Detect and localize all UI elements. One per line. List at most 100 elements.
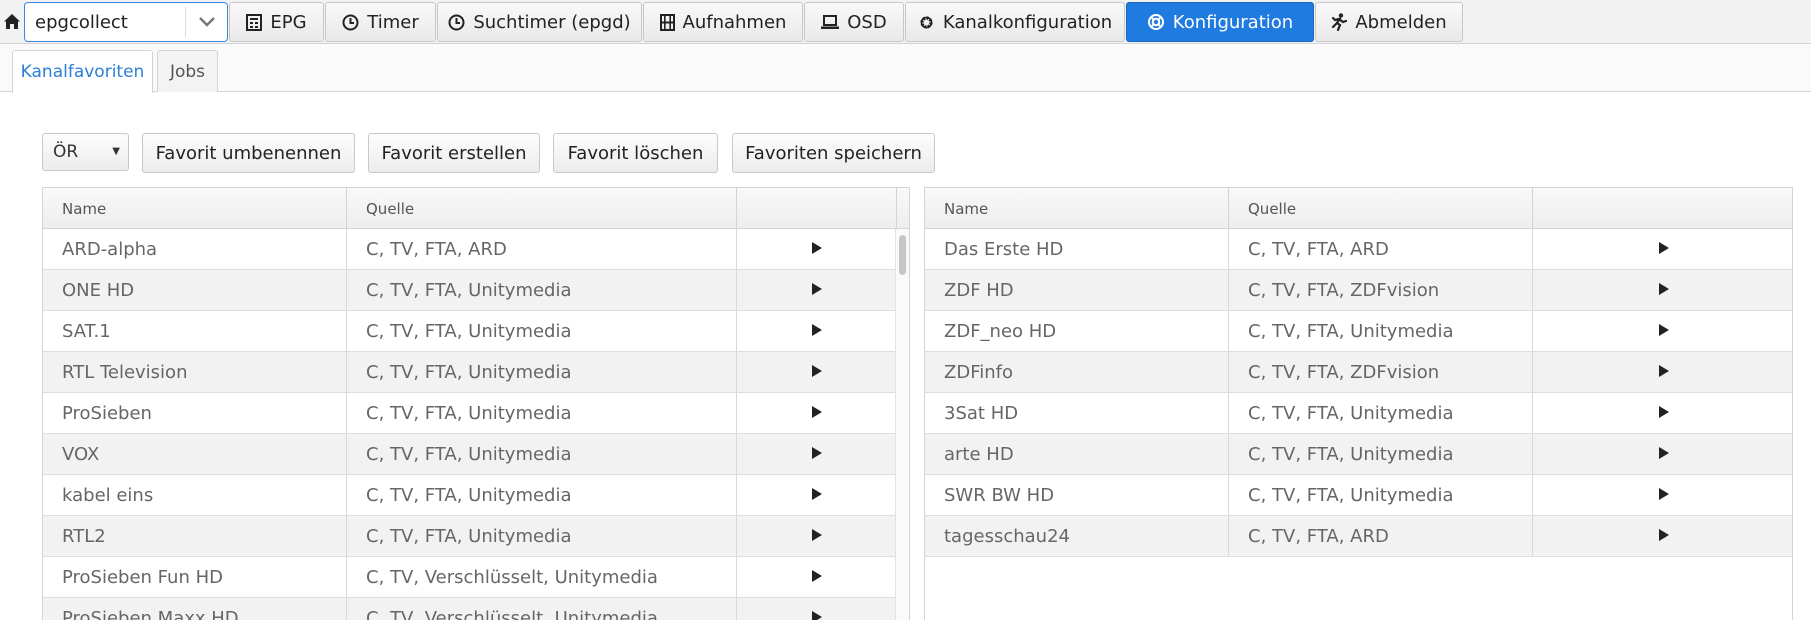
channel-source-cell: C, TV, FTA, Unitymedia	[1229, 393, 1533, 433]
move-channel-button[interactable]	[737, 598, 897, 620]
nav-osd-button[interactable]: OSD	[804, 2, 904, 42]
channel-source-cell: C, TV, FTA, Unitymedia	[347, 393, 737, 433]
nav-epg-button[interactable]: EPG	[229, 2, 324, 42]
move-channel-button[interactable]	[1533, 475, 1792, 515]
channel-name-cell: VOX	[43, 434, 347, 474]
move-channel-button[interactable]	[737, 311, 897, 351]
rename-favorite-button[interactable]: Favorit umbenennen	[142, 133, 355, 173]
play-arrow-icon	[811, 404, 823, 423]
channel-name-cell: ZDFinfo	[925, 352, 1229, 392]
table-row[interactable]: RTL Television C, TV, FTA, Unitymedia	[43, 352, 897, 393]
column-header-source[interactable]: Quelle	[347, 188, 737, 229]
scrollbar-thumb[interactable]	[899, 235, 906, 275]
nav-configuration-label: Konfiguration	[1172, 11, 1294, 33]
table-row[interactable]: 3Sat HD C, TV, FTA, Unitymedia	[925, 393, 1792, 434]
tab-kanalfavoriten[interactable]: Kanalfavoriten	[12, 50, 153, 93]
nav-logout-label: Abmelden	[1355, 11, 1447, 33]
nav-configuration-button[interactable]: Konfiguration	[1126, 2, 1314, 42]
channel-name-cell: RTL2	[43, 516, 347, 556]
move-channel-button[interactable]	[1533, 352, 1792, 392]
column-header-name[interactable]: Name	[925, 188, 1229, 229]
move-channel-button[interactable]	[1533, 229, 1792, 269]
move-channel-button[interactable]	[737, 557, 897, 597]
table-row[interactable]: ZDFinfo C, TV, FTA, ZDFvision	[925, 352, 1792, 393]
column-header-action	[1533, 188, 1792, 229]
rename-favorite-label: Favorit umbenennen	[155, 142, 342, 164]
table-row[interactable]: VOX C, TV, FTA, Unitymedia	[43, 434, 897, 475]
tab-kanalfavoriten-label: Kanalfavoriten	[20, 62, 145, 82]
combo-dropdown-button[interactable]	[186, 3, 228, 41]
table-row[interactable]: ONE HD C, TV, FTA, Unitymedia	[43, 270, 897, 311]
move-channel-button[interactable]	[1533, 434, 1792, 474]
move-channel-button[interactable]	[737, 229, 897, 269]
running-person-icon	[1331, 13, 1348, 31]
channel-source-cell: C, TV, FTA, ARD	[347, 229, 737, 269]
channel-search-combobox[interactable]	[24, 2, 228, 42]
nav-logout-button[interactable]: Abmelden	[1315, 2, 1463, 42]
nav-searchtimer-button[interactable]: Suchtimer (epgd)	[437, 2, 642, 42]
table-row[interactable]: ProSieben Maxx HD C, TV, Verschlüsselt, U…	[43, 598, 897, 620]
channel-source-cell: C, TV, FTA, Unitymedia	[347, 352, 737, 392]
home-button[interactable]	[0, 2, 24, 42]
table-row[interactable]: arte HD C, TV, FTA, Unitymedia	[925, 434, 1792, 475]
table-row[interactable]: SWR BW HD C, TV, FTA, Unitymedia	[925, 475, 1792, 516]
gear-icon	[918, 14, 935, 31]
move-channel-button[interactable]	[737, 270, 897, 310]
play-arrow-icon	[811, 568, 823, 587]
column-header-action	[737, 188, 897, 229]
favorite-select[interactable]: ÖR ▼	[42, 133, 129, 171]
channel-source-cell: C, TV, Verschlüsselt, Unitymedia	[347, 557, 737, 597]
channel-name-cell: ProSieben Maxx HD	[43, 598, 347, 620]
nav-timer-label: Timer	[367, 11, 419, 33]
save-favorites-button[interactable]: Favoriten speichern	[732, 133, 935, 173]
chevron-down-icon	[199, 17, 215, 27]
play-arrow-icon	[1658, 240, 1670, 259]
table-row[interactable]: SAT.1 C, TV, FTA, Unitymedia	[43, 311, 897, 352]
play-arrow-icon	[1658, 404, 1670, 423]
create-favorite-button[interactable]: Favorit erstellen	[368, 133, 540, 173]
move-channel-button[interactable]	[737, 393, 897, 433]
play-arrow-icon	[811, 363, 823, 382]
nav-timer-button[interactable]: Timer	[325, 2, 436, 42]
play-arrow-icon	[811, 281, 823, 300]
channel-name-cell: tagesschau24	[925, 516, 1229, 556]
table-row[interactable]: Das Erste HD C, TV, FTA, ARD	[925, 229, 1792, 270]
move-channel-button[interactable]	[737, 434, 897, 474]
table-row[interactable]: RTL2 C, TV, FTA, Unitymedia	[43, 516, 897, 557]
delete-favorite-button[interactable]: Favorit löschen	[553, 133, 718, 173]
move-channel-button[interactable]	[1533, 270, 1792, 310]
move-channel-button[interactable]	[737, 352, 897, 392]
play-arrow-icon	[811, 609, 823, 620]
play-arrow-icon	[1658, 281, 1670, 300]
move-channel-button[interactable]	[1533, 516, 1792, 556]
delete-favorite-label: Favorit löschen	[567, 142, 704, 164]
move-channel-button[interactable]	[737, 475, 897, 515]
move-channel-button[interactable]	[1533, 393, 1792, 433]
column-header-name[interactable]: Name	[43, 188, 347, 229]
column-header-source[interactable]: Quelle	[1229, 188, 1533, 229]
table-row[interactable]: ZDF_neo HD C, TV, FTA, Unitymedia	[925, 311, 1792, 352]
channel-name-cell: ONE HD	[43, 270, 347, 310]
channel-search-input[interactable]	[25, 3, 185, 41]
tab-jobs[interactable]: Jobs	[157, 50, 218, 92]
play-arrow-icon	[811, 445, 823, 464]
channel-source-cell: C, TV, FTA, Unitymedia	[347, 434, 737, 474]
channel-name-cell: ARD-alpha	[43, 229, 347, 269]
play-arrow-icon	[1658, 322, 1670, 341]
channel-source-cell: C, TV, FTA, ARD	[1229, 229, 1533, 269]
nav-channel-config-button[interactable]: Kanalkonfiguration	[905, 2, 1125, 42]
nav-recordings-button[interactable]: Aufnahmen	[643, 2, 803, 42]
move-channel-button[interactable]	[737, 516, 897, 556]
clock-icon	[448, 14, 465, 31]
table-row[interactable]: ARD-alpha C, TV, FTA, ARD	[43, 229, 897, 270]
table-row[interactable]: tagesschau24 C, TV, FTA, ARD	[925, 516, 1792, 557]
channel-source-cell: C, TV, FTA, ZDFvision	[1229, 270, 1533, 310]
move-channel-button[interactable]	[1533, 311, 1792, 351]
table-row[interactable]: kabel eins C, TV, FTA, Unitymedia	[43, 475, 897, 516]
table-row[interactable]: ProSieben C, TV, FTA, Unitymedia	[43, 393, 897, 434]
table-row[interactable]: ZDF HD C, TV, FTA, ZDFvision	[925, 270, 1792, 311]
channel-source-cell: C, TV, FTA, Unitymedia	[1229, 311, 1533, 351]
play-arrow-icon	[811, 240, 823, 259]
table-scrollbar[interactable]	[895, 229, 909, 620]
table-row[interactable]: ProSieben Fun HD C, TV, Verschlüsselt, Un…	[43, 557, 897, 598]
